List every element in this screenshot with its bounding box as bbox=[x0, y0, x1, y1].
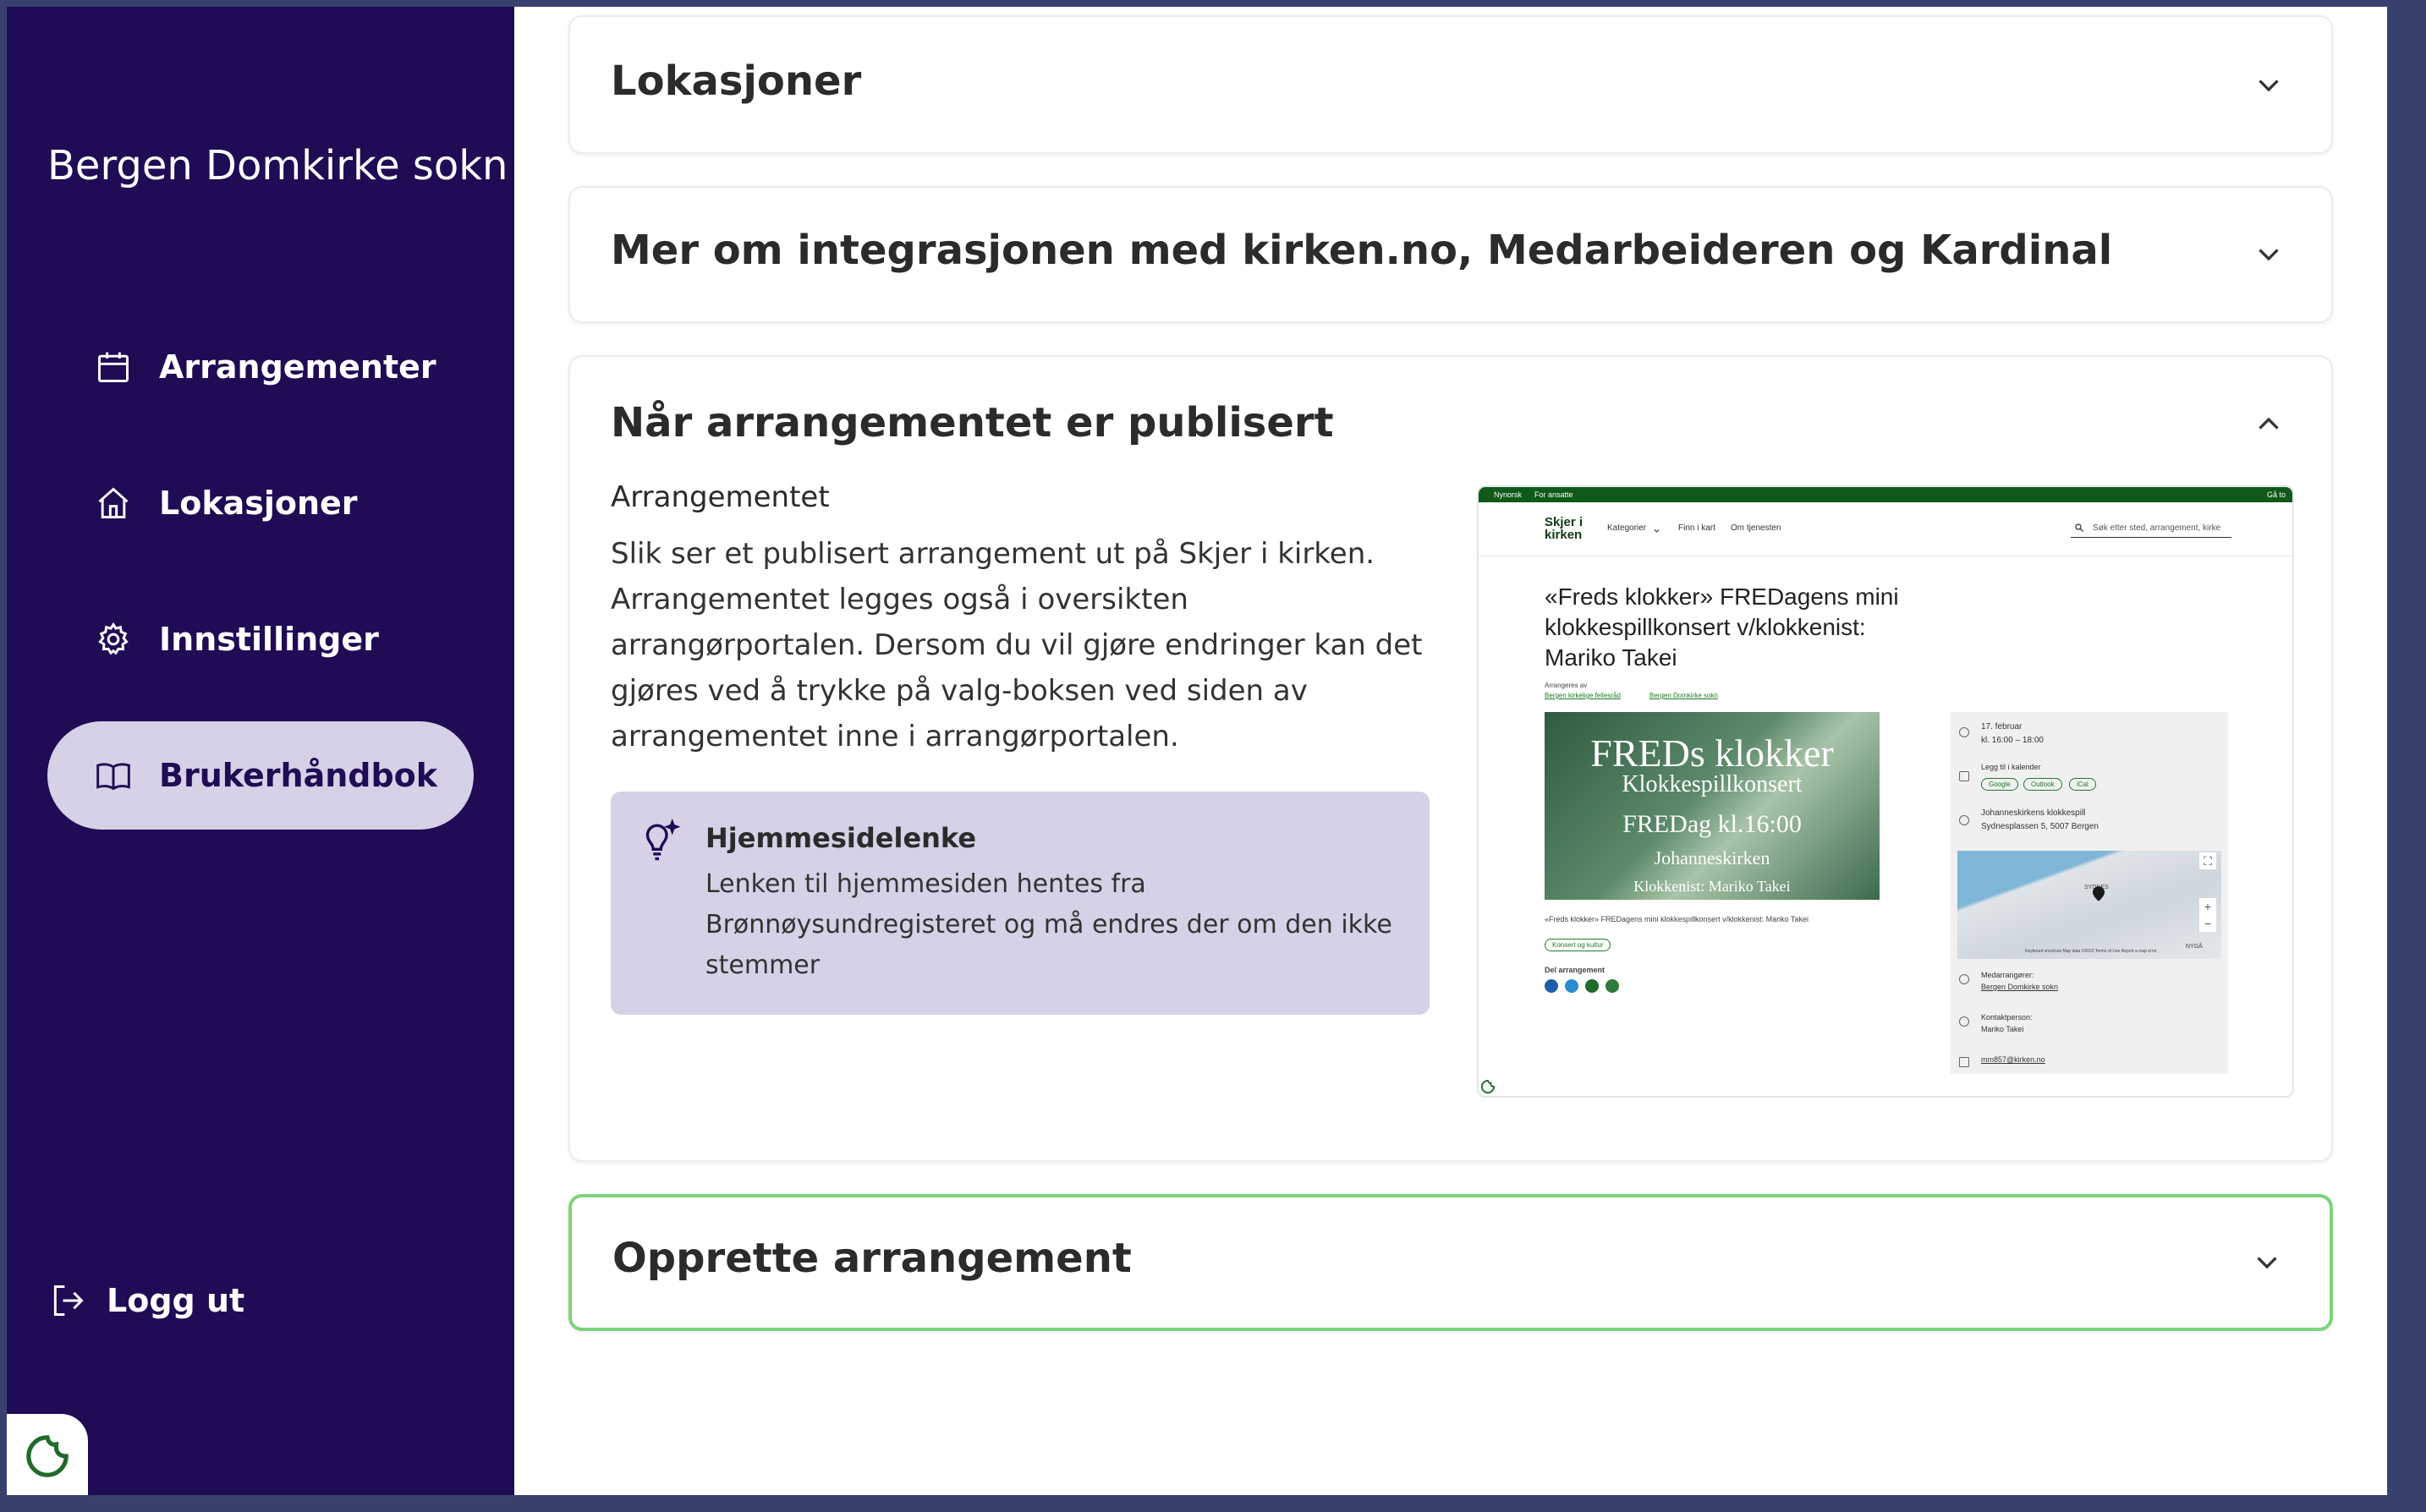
accordion-title[interactable]: Når arrangementet er publisert bbox=[611, 399, 1334, 446]
app-logo-badge[interactable] bbox=[7, 1414, 88, 1495]
sidebar: Bergen Domkirke sokn Arrangementer Lokas… bbox=[7, 7, 514, 1495]
book-icon bbox=[96, 763, 130, 791]
section-subtitle: Arrangementet bbox=[611, 480, 830, 514]
chevron-down-icon[interactable] bbox=[2253, 69, 2284, 100]
tip-title: Hjemmesidelenke bbox=[705, 822, 977, 854]
calendar-icon bbox=[98, 352, 129, 382]
accordion-opprette[interactable]: Opprette arrangement bbox=[568, 1194, 2333, 1331]
logout-icon bbox=[53, 1285, 84, 1316]
preview-topbar-link: For ansatte bbox=[1534, 490, 1573, 499]
poster-text: Klokkenist: Mariko Takei bbox=[1633, 878, 1791, 895]
accordion-title: Lokasjoner bbox=[611, 58, 862, 105]
event-preview-image: Nynorsk For ansatte Gå to Skjer i kirken… bbox=[1477, 485, 2294, 1098]
preview-topbar: Nynorsk For ansatte Gå to bbox=[1479, 487, 2292, 502]
logo-icon bbox=[1480, 1079, 1496, 1094]
preview-category-tag: Konsert og kultur bbox=[1545, 939, 1611, 951]
tip-text: Lenken til hjemmesiden hentes fra Brønnø… bbox=[705, 869, 1392, 980]
preview-header: Skjer i kirken Kategorier Finn i kart Om… bbox=[1479, 502, 2292, 556]
search-icon bbox=[2075, 523, 2083, 532]
map-marker-icon bbox=[2093, 886, 2105, 901]
facebook-icon bbox=[1545, 979, 1558, 993]
logout-button[interactable]: Logg ut bbox=[49, 1275, 244, 1326]
poster-text: Klokkespillkonsert bbox=[1622, 771, 1803, 797]
map-label: NYGÅ bbox=[2186, 944, 2203, 950]
section-body: Slik ser et publisert arrangement ut på … bbox=[611, 537, 1423, 753]
logo-icon bbox=[26, 1435, 69, 1477]
sidebar-item-label: Arrangementer bbox=[159, 348, 436, 386]
preview-organizer-link: Bergen Domkirke sokn bbox=[1649, 692, 1718, 699]
preview-menu-item: Om tjenesten bbox=[1731, 523, 1781, 533]
preview-search: Søk etter sted, arrangement, kirke bbox=[2071, 519, 2231, 538]
twitter-icon bbox=[1565, 979, 1578, 993]
sidebar-item-label: Innstillinger bbox=[159, 621, 379, 658]
poster-text: FREDs klokker bbox=[1590, 731, 1834, 775]
calendar-icon bbox=[1959, 771, 1969, 781]
preview-logo: Skjer i kirken bbox=[1545, 515, 1583, 542]
preview-co-organizers-label: Medarrangører: bbox=[1981, 971, 2034, 979]
preview-date: 17. februar bbox=[1981, 722, 2023, 731]
sidebar-item-arrangementer[interactable]: Arrangementer bbox=[47, 313, 474, 421]
sidebar-item-lokasjoner[interactable]: Lokasjoner bbox=[47, 449, 474, 557]
logout-label: Logg ut bbox=[107, 1282, 245, 1319]
preview-add-calendar: Legg til i kalender bbox=[1981, 763, 2041, 771]
sidebar-item-innstillinger[interactable]: Innstillinger bbox=[47, 585, 474, 693]
group-icon bbox=[1959, 974, 1969, 984]
map-footer: Keyboard shortcuts Map data ©2023 Terms … bbox=[2025, 949, 2157, 954]
preview-arranged-by: Arrangeres av bbox=[1545, 682, 1588, 689]
preview-map: SYDNES NYGÅ ⛶ + − Keyboard shortcuts Map… bbox=[1957, 851, 2221, 959]
chevron-down-icon[interactable] bbox=[2252, 1246, 2282, 1277]
app-window: Bergen Domkirke sokn Arrangementer Lokas… bbox=[7, 7, 2387, 1495]
sidebar-item-label: Brukerhåndbok bbox=[159, 757, 438, 794]
preview-info-panel: 17. februar kl. 16:00 – 18:00 Legg til i… bbox=[1951, 712, 2228, 1074]
accordion-publisert: Når arrangementet er publisert Arrangeme… bbox=[568, 355, 2333, 1162]
preview-email: mm857@kirken.no bbox=[1981, 1055, 2045, 1064]
preview-calendar-option: iCal bbox=[2069, 778, 2096, 791]
preview-location-name: Johanneskirkens klokkespill bbox=[1981, 808, 2086, 818]
map-fullscreen-button: ⛶ bbox=[2199, 852, 2216, 869]
preview-menu-item: Finn i kart bbox=[1678, 523, 1715, 533]
map-zoom-in-button: + bbox=[2199, 898, 2216, 915]
chevron-down-icon[interactable] bbox=[2253, 238, 2284, 269]
preview-contact-label: Kontaktperson: bbox=[1981, 1013, 2033, 1022]
preview-co-organizer: Bergen Domkirke sokn bbox=[1981, 983, 2059, 991]
accordion-title: Opprette arrangement bbox=[612, 1235, 1132, 1282]
org-name: Bergen Domkirke sokn bbox=[47, 142, 508, 189]
location-pin-icon bbox=[1959, 815, 1969, 825]
accordion-title: Mer om integrasjonen med kirken.no, Meda… bbox=[611, 227, 2113, 274]
preview-menu-item: Kategorier bbox=[1607, 523, 1647, 533]
gear-icon bbox=[98, 622, 129, 655]
preview-share-label: Del arrangement bbox=[1545, 966, 1605, 974]
preview-contact-name: Mariko Takei bbox=[1981, 1025, 2024, 1033]
email-share-icon bbox=[1605, 979, 1619, 993]
accordion-integrasjon[interactable]: Mer om integrasjonen med kirken.no, Meda… bbox=[568, 186, 2333, 323]
chevron-down-icon bbox=[1654, 529, 1660, 533]
clock-icon bbox=[1959, 727, 1969, 737]
event-poster-image: FREDs klokker Klokkespillkonsert FREDag … bbox=[1545, 712, 1880, 900]
preview-caption: «Freds klokker» FREDagens mini klokkespi… bbox=[1545, 915, 1809, 923]
sidebar-item-brukerhandbok[interactable]: Brukerhåndbok bbox=[47, 721, 474, 830]
lightbulb-icon bbox=[645, 818, 681, 861]
home-icon bbox=[98, 487, 129, 518]
main-content: Lokasjoner Mer om integrasjonen med kirk… bbox=[514, 7, 2387, 1495]
map-zoom-out-button: − bbox=[2199, 915, 2216, 932]
preview-time: kl. 16:00 – 18:00 bbox=[1981, 736, 2044, 745]
poster-text: Johanneskirken bbox=[1654, 847, 1770, 868]
tip-box: Hjemmesidelenke Lenken til hjemmesiden h… bbox=[611, 792, 1430, 1015]
preview-organizer-link: Bergen kirkelige fellesråd bbox=[1545, 692, 1621, 699]
messenger-icon bbox=[1585, 979, 1599, 993]
person-icon bbox=[1959, 1016, 1969, 1027]
preview-search-placeholder: Søk etter sted, arrangement, kirke bbox=[2093, 523, 2221, 533]
preview-calendar-option: Google bbox=[1981, 778, 2018, 791]
preview-location-address: Sydnesplassen 5, 5007 Bergen bbox=[1981, 822, 2099, 831]
mail-icon bbox=[1959, 1057, 1969, 1067]
preview-topbar-link: Nynorsk bbox=[1494, 490, 1523, 499]
accordion-lokasjoner[interactable]: Lokasjoner bbox=[568, 15, 2333, 154]
chevron-up-icon[interactable] bbox=[2253, 409, 2284, 440]
preview-topbar-link: Gå to bbox=[2266, 490, 2286, 499]
preview-calendar-option: Outlook bbox=[2023, 778, 2062, 791]
poster-text: FREDag kl.16:00 bbox=[1622, 810, 1802, 838]
preview-event-title: «Freds klokker» FREDagens mini klokkespi… bbox=[1545, 583, 1899, 671]
sidebar-item-label: Lokasjoner bbox=[159, 485, 358, 522]
